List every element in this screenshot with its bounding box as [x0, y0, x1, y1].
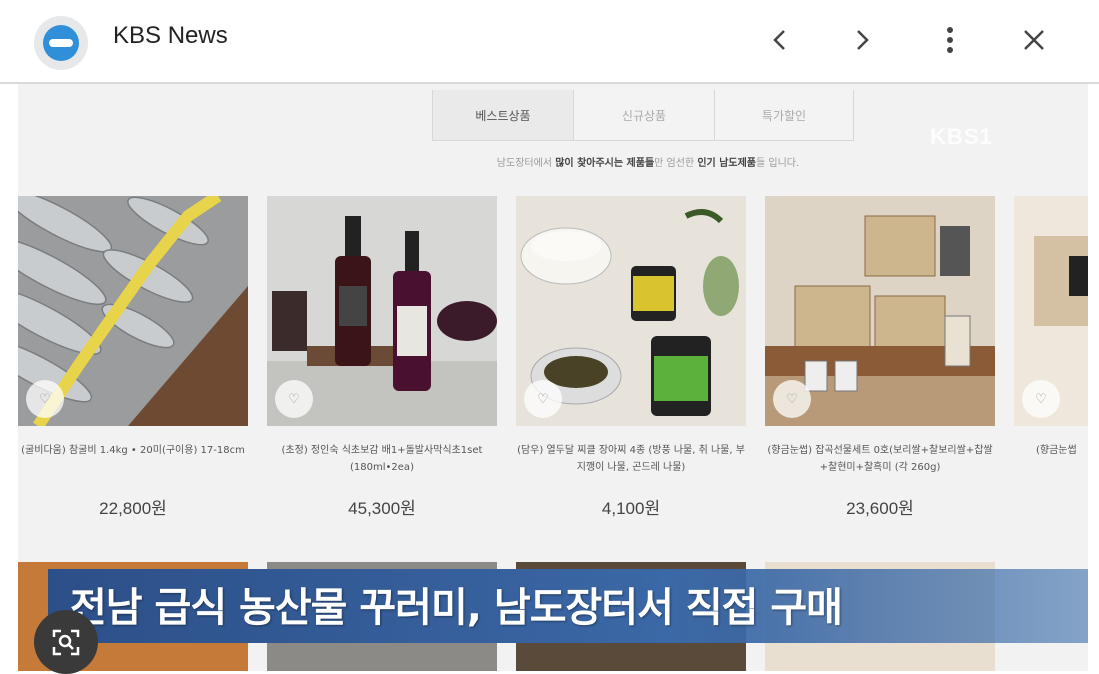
product-image-partial: ♡ — [1014, 196, 1088, 426]
tab-best: 베스트상품 — [433, 90, 573, 140]
chevron-right-icon[interactable] — [842, 18, 882, 62]
section-subtitle: 남도장터에서 많이 찾아주시는 제품들만 엄선한 인기 남도제품들 입니다. — [496, 158, 800, 169]
wishlist-icon: ♡ — [524, 380, 562, 418]
kbs-watermark: KBS1 — [930, 124, 993, 149]
product-name: (담우) 열두달 찌클 장아찌 4종 (방풍 나물, 취 나물, 부지깽이 나물… — [517, 445, 745, 473]
tab-sale: 특가할인 — [761, 108, 807, 123]
kbs-logo-icon — [34, 16, 88, 70]
product-name: (굴비다움) 참굴비 1.4kg • 20미(구이용) 17-18cm — [21, 445, 245, 456]
product-tabs: 베스트상품 신규상품 특가할인 — [432, 90, 854, 141]
chevron-left-icon[interactable] — [760, 18, 800, 62]
wishlist-icon: ♡ — [773, 380, 811, 418]
app-title: KBS News — [113, 22, 228, 49]
product-name: (초정) 정인숙 식초보감 배1+돌발사막식초1set (180ml•2ea) — [281, 445, 483, 473]
product-name: (향금눈썹 — [1036, 445, 1077, 456]
product-price: 45,300원 — [348, 499, 416, 518]
product-image-vinegar: ♡ — [267, 196, 497, 426]
tab-new: 신규상품 — [621, 108, 667, 123]
product-name: (향금눈썹) 잡곡선물세트 0호(보리쌀+찰보리쌀+찹쌀+찰현미+찰흑미 (각 … — [767, 445, 993, 473]
wishlist-icon: ♡ — [26, 380, 64, 418]
product-price: 4,100원 — [601, 499, 661, 518]
product-image-fish: ♡ — [18, 196, 248, 426]
product-price: 22,800원 — [99, 499, 167, 518]
wishlist-icon: ♡ — [1022, 380, 1060, 418]
wishlist-icon: ♡ — [275, 380, 313, 418]
close-icon[interactable] — [1014, 18, 1054, 62]
more-vertical-icon[interactable] — [930, 18, 970, 62]
product-image-pickles: ♡ — [516, 196, 746, 426]
product-price: 23,600원 — [846, 499, 914, 518]
product-image-grain-set: ♡ — [765, 196, 995, 426]
video-frame[interactable]: 베스트상품 신규상품 특가할인 KBS1 남도장터에서 많이 찾아주시는 제품들… — [18, 84, 1088, 671]
news-caption-bar: 전남 급식 농산물 꾸러미, 남도장터서 직접 구매 — [48, 569, 1088, 643]
app-bar: KBS News — [0, 0, 1099, 84]
lens-search-icon[interactable] — [34, 610, 98, 674]
news-caption: 전남 급식 농산물 꾸러미, 남도장터서 직접 구매 — [70, 585, 843, 631]
